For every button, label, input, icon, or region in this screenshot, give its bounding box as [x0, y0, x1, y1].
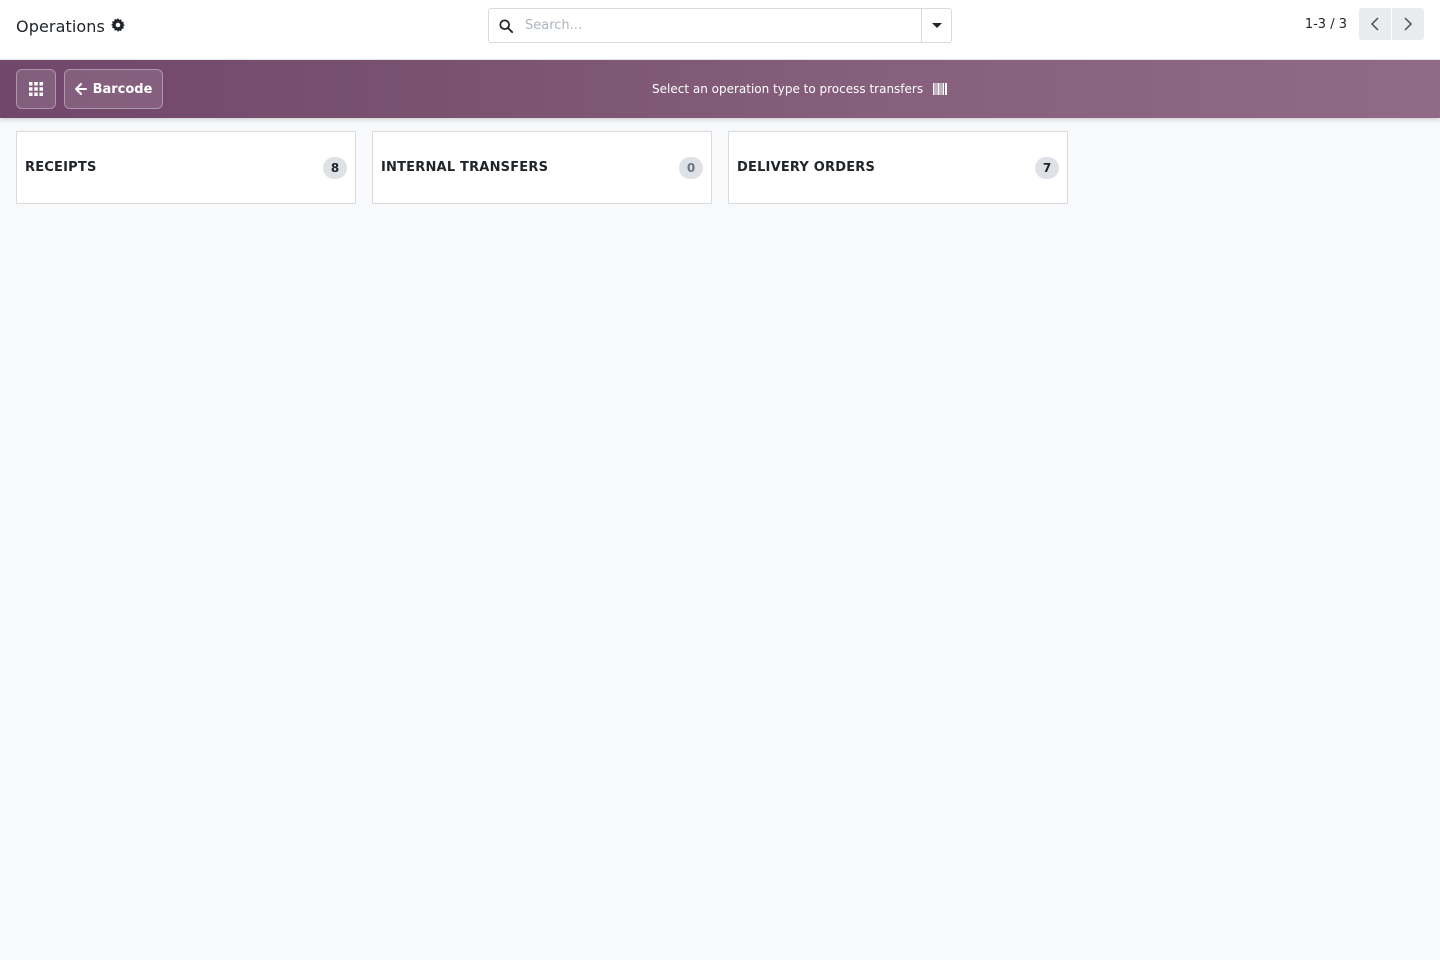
breadcrumb: Operations — [16, 14, 125, 38]
operation-count-badge: 7 — [1035, 156, 1059, 179]
apps-menu-button[interactable] — [16, 69, 56, 109]
operation-types-kanban: RECEIPTS 8 INTERNAL TRANSFERS 0 DELIVERY… — [16, 131, 1068, 204]
banner-message: Select an operation type to process tran… — [652, 80, 948, 98]
barcode-icon — [933, 83, 948, 95]
gear-icon[interactable] — [110, 18, 125, 32]
pager-value[interactable]: 1-3 / 3 — [1305, 17, 1347, 32]
search-options-toggle[interactable] — [921, 9, 951, 42]
operation-card-delivery-orders[interactable]: DELIVERY ORDERS 7 — [728, 131, 1068, 204]
operation-card-internal-transfers[interactable]: INTERNAL TRANSFERS 0 — [372, 131, 712, 204]
pager-previous-button[interactable] — [1359, 8, 1391, 40]
apps-grid-icon — [29, 82, 43, 96]
search-input[interactable] — [523, 9, 921, 42]
banner-message-text: Select an operation type to process tran… — [652, 82, 924, 96]
back-button-label: Barcode — [92, 81, 153, 97]
pager-buttons — [1359, 8, 1424, 40]
search-box — [488, 8, 952, 43]
arrow-left-icon — [74, 83, 87, 95]
operation-card-title: INTERNAL TRANSFERS — [381, 160, 549, 175]
operation-card-receipts[interactable]: RECEIPTS 8 — [16, 131, 356, 204]
barcode-banner: Barcode Select an operation type to proc… — [0, 60, 1440, 118]
control-panel: Operations 1-3 / 3 — [0, 0, 1440, 60]
operation-card-title: DELIVERY ORDERS — [737, 160, 876, 175]
pager: 1-3 / 3 — [1305, 8, 1424, 40]
chevron-left-icon — [1370, 17, 1379, 31]
caret-down-icon — [931, 23, 942, 28]
back-to-barcode-button[interactable]: Barcode — [64, 69, 163, 109]
search-icon — [489, 9, 523, 42]
operation-count-badge: 8 — [323, 156, 347, 179]
chevron-right-icon — [1404, 17, 1413, 31]
operation-count-badge: 0 — [679, 156, 703, 179]
pager-next-button[interactable] — [1392, 8, 1424, 40]
page-title: Operations — [16, 16, 105, 36]
operation-card-title: RECEIPTS — [25, 160, 97, 175]
